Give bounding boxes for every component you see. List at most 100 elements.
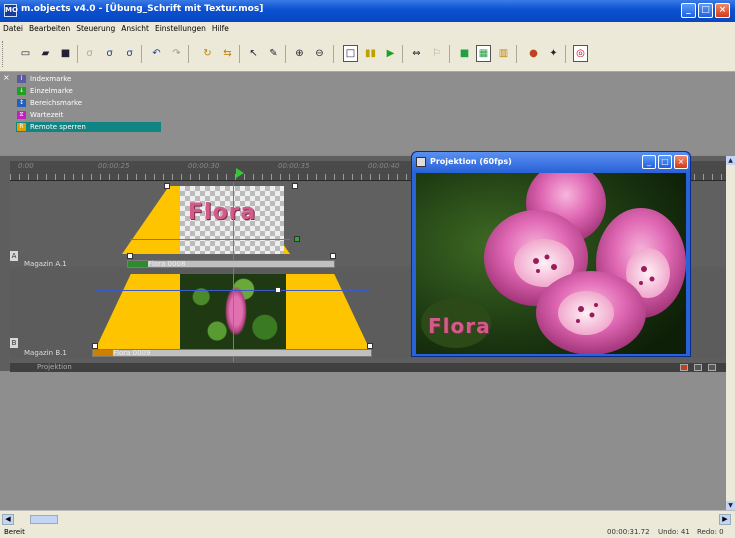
pause-icon[interactable]: ▮▮ — [363, 46, 378, 62]
open-icon[interactable]: ▰ — [38, 46, 53, 62]
save-icon[interactable]: ■ — [58, 46, 73, 62]
wrench-icon[interactable]: ✦ — [546, 46, 561, 62]
close-icon[interactable]: × — [3, 73, 10, 82]
grid-icon[interactable]: ▦ — [476, 45, 491, 62]
projection-track-bar[interactable]: Projektion — [10, 363, 726, 372]
playhead-marker-icon[interactable] — [236, 168, 244, 178]
redo-icon[interactable]: ↷ — [169, 46, 184, 62]
track-a-letter: A — [10, 251, 18, 261]
menu-bearbeiten[interactable]: Bearbeiten — [26, 22, 73, 33]
track-b-level-line[interactable] — [95, 290, 370, 291]
status-ready: Bereit — [4, 528, 25, 536]
projection-close-button[interactable]: × — [674, 155, 688, 169]
projection-maximize-button[interactable]: □ — [658, 155, 672, 169]
zoom-out-icon[interactable]: ⊖ — [312, 46, 327, 62]
title-bar: MO m.objects v4.0 - [Übung_Schrift mit T… — [0, 0, 735, 22]
scroll-left-icon[interactable]: ◀ — [2, 514, 14, 525]
refresh-icon[interactable]: ↻ — [200, 46, 215, 62]
app-icon[interactable]: MO — [4, 4, 18, 17]
pen-icon[interactable]: ✎ — [266, 46, 281, 62]
toolbar-grip[interactable] — [2, 41, 5, 67]
track-a-flora-text: Flora — [188, 200, 257, 225]
track-a-level-line[interactable] — [130, 239, 290, 240]
loop-icon[interactable]: ⇔ — [409, 46, 424, 62]
lower-workspace[interactable] — [0, 372, 726, 510]
projection-title-bar[interactable]: Projektion (60fps) _ □ × — [412, 152, 690, 172]
scroll-down-icon[interactable]: ▼ — [726, 501, 735, 510]
app-window: MO m.objects v4.0 - [Übung_Schrift mit T… — [0, 0, 735, 538]
range-marker-icon: ↕ — [17, 99, 26, 107]
new-icon[interactable]: ▭ — [18, 46, 33, 62]
keyframe-handle[interactable] — [164, 183, 170, 189]
ruler-label: 00:00:35 — [278, 162, 310, 170]
object-add-icon[interactable]: σ — [102, 46, 117, 62]
minimize-button[interactable]: _ — [681, 3, 696, 18]
keyframe-handle[interactable] — [292, 183, 298, 189]
marker-item-wait[interactable]: ⧖ Wartezeit — [16, 110, 161, 120]
status-time: 00:00:31.72 — [607, 528, 650, 536]
marker-label: Bereichsmarke — [30, 99, 83, 107]
marker-label: Wartezeit — [30, 111, 64, 119]
track-b-clip[interactable]: Flora 0009 — [92, 349, 372, 357]
projection-track-label: Projektion — [37, 363, 72, 371]
menu-einstellungen[interactable]: Einstellungen — [152, 22, 209, 33]
projection-title: Projektion (60fps) — [430, 157, 512, 166]
marker-icon[interactable]: ⚐ — [429, 46, 444, 62]
marker-item-single[interactable]: ↓ Einzelmarke — [16, 86, 161, 96]
close-button[interactable]: × — [715, 3, 730, 18]
clip-start-marker — [128, 261, 148, 267]
track-b-clip-label: Flora 0009 — [113, 349, 151, 357]
keyframe-handle[interactable] — [275, 287, 281, 293]
remote-icon[interactable]: ◎ — [573, 45, 588, 62]
index-marker-icon: I — [17, 75, 26, 83]
object-icon[interactable]: σ — [82, 46, 97, 62]
menu-hilfe[interactable]: Hilfe — [209, 22, 232, 33]
play-icon[interactable]: ▶ — [383, 46, 398, 62]
vertical-scrollbar[interactable]: ▲ ▼ — [726, 156, 735, 510]
horizontal-scroll-thumb[interactable] — [30, 515, 58, 524]
menu-steuerung[interactable]: Steuerung — [73, 22, 118, 33]
marker-item-range[interactable]: ↕ Bereichsmarke — [16, 98, 161, 108]
projection-toggle-icon[interactable] — [694, 364, 702, 371]
menu-datei[interactable]: Datei — [0, 22, 26, 33]
scroll-right-icon[interactable]: ▶ — [719, 514, 731, 525]
green-icon[interactable]: ■ — [457, 46, 472, 62]
projection-minimize-button[interactable]: _ — [642, 155, 656, 169]
bars-icon[interactable]: ▥ — [496, 46, 511, 62]
marker-item-remote-lock[interactable]: R Remote sperren — [16, 122, 161, 132]
status-bar: Bereit 00:00:31.72 Undo: 41 Redo: 0 — [0, 527, 735, 538]
maximize-button[interactable]: □ — [698, 3, 713, 18]
toolbar-separator — [141, 45, 142, 63]
palette-icon[interactable]: ● — [526, 46, 541, 62]
track-a-clip[interactable]: Flora 0008 — [127, 260, 335, 268]
keyframe-handle[interactable] — [294, 236, 300, 242]
scroll-up-icon[interactable]: ▲ — [726, 156, 735, 165]
object-edit-icon[interactable]: σ — [122, 46, 137, 62]
toolbar-separator — [285, 45, 286, 63]
keyframe-handle[interactable] — [330, 253, 336, 259]
undo-icon[interactable]: ↶ — [149, 46, 164, 62]
projection-layout-icon[interactable] — [708, 364, 716, 371]
pointer-icon[interactable]: ↖ — [246, 46, 261, 62]
status-undo: Undo: 41 — [658, 528, 690, 536]
zoom-in-icon[interactable]: ⊕ — [292, 46, 307, 62]
frame-icon[interactable]: □ — [343, 45, 358, 62]
clip-start-marker — [93, 350, 113, 356]
marker-item-index[interactable]: I Indexmarke — [16, 74, 161, 84]
remote-lock-icon: R — [17, 123, 26, 131]
toolbar: ▭ ▰ ■ σ σ σ ↶ ↷ ↻ ⇆ ↖ ✎ ⊕ ⊖ □ ▮▮ ▶ ⇔ ⚐ ■… — [0, 36, 735, 72]
replace-icon[interactable]: ⇆ — [220, 46, 235, 62]
projection-flora-text: Flora — [428, 314, 491, 338]
horizontal-scrollbar[interactable]: ◀ ▶ — [0, 510, 735, 527]
toolbar-separator — [239, 45, 240, 63]
menu-ansicht[interactable]: Ansicht — [118, 22, 152, 33]
projection-settings-icon[interactable] — [680, 364, 688, 371]
projection-window-icon[interactable] — [416, 157, 426, 167]
keyframe-handle[interactable] — [127, 253, 133, 259]
ruler-label: 00:00:40 — [368, 162, 400, 170]
playhead-line[interactable] — [233, 182, 234, 362]
track-a-clip-label: Flora 0008 — [148, 260, 186, 268]
marker-label: Remote sperren — [30, 123, 86, 131]
toolbar-separator — [333, 45, 334, 63]
projection-window[interactable]: Projektion (60fps) _ □ × Flora — [411, 151, 691, 357]
